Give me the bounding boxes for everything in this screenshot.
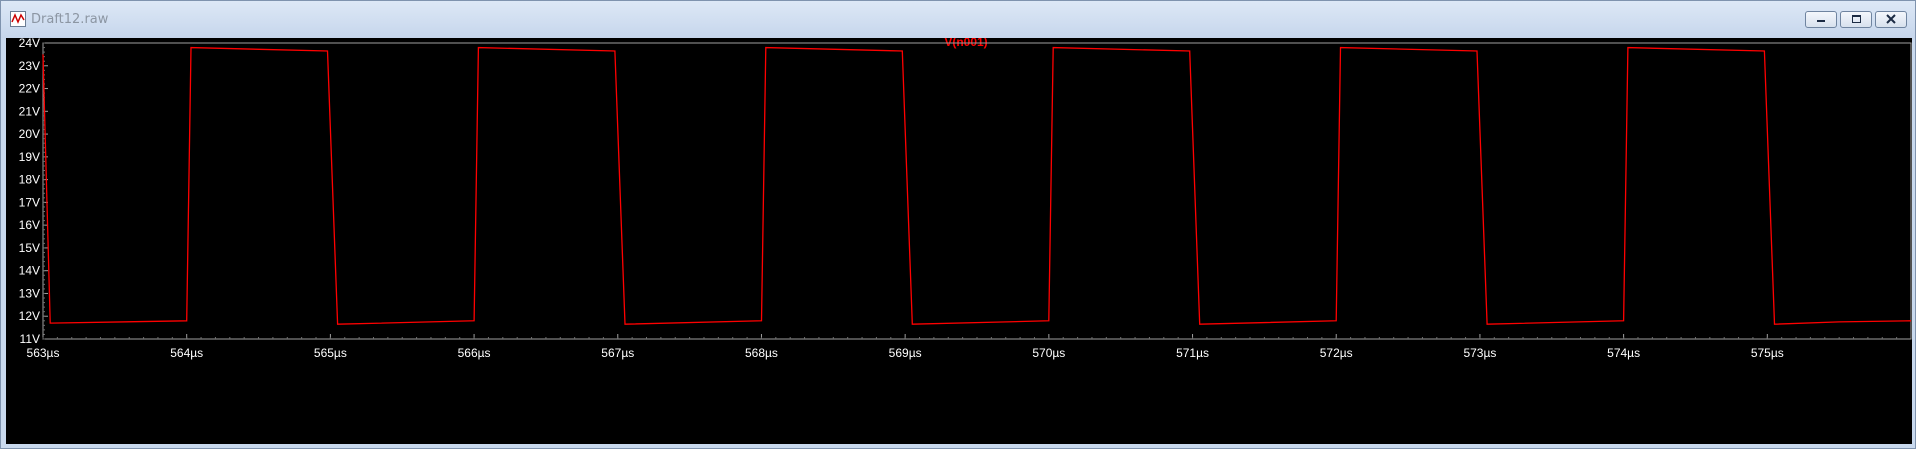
waveform-chart[interactable]: V(n001) 11V12V13V14V15V16V17V18V19V20V21… <box>6 38 1912 444</box>
restore-button[interactable] <box>1840 11 1872 28</box>
x-tick-label: 570µs <box>1032 346 1065 360</box>
x-tick-label: 571µs <box>1176 346 1209 360</box>
axes <box>42 42 1912 340</box>
waveform-app-icon <box>10 11 26 27</box>
minimize-icon <box>1817 20 1825 22</box>
x-tick-label: 574µs <box>1607 346 1640 360</box>
x-tick-label: 566µs <box>458 346 491 360</box>
x-tick-label: 564µs <box>170 346 203 360</box>
y-tick-label: 22V <box>19 82 40 96</box>
close-button[interactable] <box>1875 11 1907 28</box>
y-tick-label: 19V <box>19 150 40 164</box>
series-line <box>42 46 1912 325</box>
x-tick-label: 569µs <box>889 346 922 360</box>
y-tick-label: 12V <box>19 309 40 323</box>
y-tick-label: 16V <box>19 218 40 232</box>
ticks: 11V 12V 13V 14V 15V 16V 17V 18V 19V 20V 21V 22V 23V 2… <box>19 38 1898 360</box>
traces <box>42 46 1912 325</box>
x-tick-label: 563µs <box>27 346 60 360</box>
y-tick-label: 18V <box>19 173 40 187</box>
y-tick-label: 15V <box>19 241 40 255</box>
x-tick-label: 572µs <box>1320 346 1353 360</box>
y-tick-label: 14V <box>19 264 40 278</box>
y-tick-label: 24V <box>19 38 40 50</box>
y-tick-label: 23V <box>19 59 40 73</box>
waveform-window: Draft12.raw V(n001) 11V 12V 13V 14V 15V 16V 17… <box>0 0 1916 449</box>
window-title: Draft12.raw <box>31 12 109 27</box>
close-icon <box>1886 14 1896 24</box>
y-tick-label: 20V <box>19 127 40 141</box>
minimize-button[interactable] <box>1805 11 1837 28</box>
x-tick-label: 565µs <box>314 346 347 360</box>
y-tick-label: 13V <box>19 286 40 300</box>
y-tick-label: 21V <box>19 104 40 118</box>
y-tick-label: 17V <box>19 195 40 209</box>
x-tick-label: 575µs <box>1751 346 1784 360</box>
y-tick-label: 11V <box>20 332 40 346</box>
plot-area[interactable]: V(n001) 11V 12V 13V 14V 15V 16V 17V 18V 19V 20V 21… <box>6 38 1912 444</box>
title-bar[interactable]: Draft12.raw <box>1 1 1915 38</box>
restore-icon <box>1852 15 1861 23</box>
x-tick-label: 573µs <box>1463 346 1496 360</box>
x-tick-label: 568µs <box>745 346 778 360</box>
x-tick-label: 567µs <box>601 346 634 360</box>
plot-frame <box>42 42 1912 340</box>
